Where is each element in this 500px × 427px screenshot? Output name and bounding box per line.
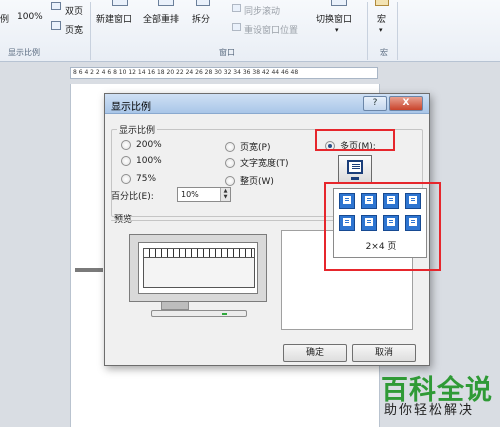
spinner-icon[interactable]: ▲ ▼ xyxy=(220,188,230,201)
group-zoom-label: 显示比例 xyxy=(8,48,40,57)
dialog-title: 显示比例 xyxy=(111,102,151,113)
monitor-stand xyxy=(161,302,189,310)
radio-text-width[interactable]: 文字宽度(T) xyxy=(225,156,289,169)
reset-window-icon xyxy=(232,23,241,31)
close-icon: X xyxy=(402,98,410,108)
radio-200-label: 200% xyxy=(136,140,162,150)
zoom-group-label: 显示比例 xyxy=(119,126,156,136)
radio-circle[interactable] xyxy=(225,141,235,152)
grid-cell[interactable] xyxy=(383,193,399,209)
switch-window-icon xyxy=(331,0,347,6)
radio-many-pages-label: 多页(M): xyxy=(340,142,376,152)
arrange-all-icon xyxy=(158,0,174,6)
chevron-down-icon[interactable]: ▾ xyxy=(379,26,383,34)
radio-many-pages[interactable]: 多页(M): xyxy=(325,139,376,152)
preview-page-strip xyxy=(143,248,255,258)
page-break-marker xyxy=(75,268,103,272)
ruler-numbers: 8 6 4 2 2 4 6 8 10 12 14 16 18 20 22 24 … xyxy=(73,69,299,76)
grid-cell[interactable] xyxy=(405,215,421,231)
page-grid-picker[interactable]: 2×4 页 xyxy=(333,188,427,258)
page-width-icon xyxy=(51,21,61,30)
split-button[interactable]: 拆分 xyxy=(192,12,210,25)
percent-label: 百分比(E): xyxy=(111,192,154,202)
radio-100[interactable]: 100% xyxy=(121,156,162,166)
close-button[interactable]: X xyxy=(389,96,423,111)
arrange-all-button[interactable]: 全部重排 xyxy=(143,12,179,25)
help-button[interactable]: ? xyxy=(363,96,387,111)
dialog-titlebar[interactable]: 显示比例 ? X xyxy=(105,94,429,114)
radio-circle-selected[interactable] xyxy=(325,140,335,151)
grid-cell[interactable] xyxy=(361,193,377,209)
grid-cell[interactable] xyxy=(405,193,421,209)
two-pages-button[interactable]: 双页 xyxy=(65,4,83,17)
two-pages-icon xyxy=(51,2,61,10)
zoom-dialog: 显示比例 ? X 显示比例 200% 100% 75% 页宽(P) 文字宽度(T… xyxy=(104,93,441,366)
radio-circle[interactable] xyxy=(121,174,131,184)
grid-size-label: 2×4 页 xyxy=(365,242,397,252)
radio-whole-page-label: 整页(W) xyxy=(240,177,274,187)
preview-page-area xyxy=(143,258,255,288)
percent-value: 10% xyxy=(181,190,199,199)
split-icon xyxy=(196,0,210,6)
grid-cell[interactable] xyxy=(383,215,399,231)
macro-icon xyxy=(375,0,389,6)
preview-label: 预览 xyxy=(114,215,133,225)
watermark-subtitle: 助你轻松解决 xyxy=(384,403,475,418)
radio-circle[interactable] xyxy=(225,175,235,186)
horizontal-ruler[interactable]: 8 6 4 2 2 4 6 8 10 12 14 16 18 20 22 24 … xyxy=(70,67,378,79)
percent-input[interactable]: 10% ▲ ▼ xyxy=(177,187,231,202)
preview-monitor xyxy=(129,234,267,302)
radio-page-width-label: 页宽(P) xyxy=(240,143,271,153)
group-macro-label: 宏 xyxy=(380,48,388,57)
sync-scroll-icon xyxy=(232,4,241,12)
sync-scroll-button[interactable]: 同步滚动 xyxy=(244,4,280,17)
group-window-label: 窗口 xyxy=(219,48,235,57)
ribbon: 例 100% 双页 页宽 显示比例 新建窗口 全部重排 拆分 同步滚动 重设窗口… xyxy=(0,0,500,62)
preview-screen xyxy=(138,242,258,294)
many-pages-button[interactable] xyxy=(338,155,372,183)
radio-200[interactable]: 200% xyxy=(121,140,162,150)
grid-cell[interactable] xyxy=(339,215,355,231)
switch-windows-button[interactable]: 切换窗口 xyxy=(316,12,352,25)
help-icon: ? xyxy=(372,98,378,108)
radio-75-label: 75% xyxy=(136,174,157,184)
new-window-icon xyxy=(112,0,128,6)
radio-text-width-label: 文字宽度(T) xyxy=(240,159,289,169)
zoom-100-button[interactable]: 100% xyxy=(17,12,43,22)
ribbon-separator xyxy=(397,2,398,60)
monitor-base xyxy=(151,310,247,317)
radio-circle[interactable] xyxy=(225,157,235,168)
multi-page-monitor-icon xyxy=(347,160,363,174)
reset-window-position-button[interactable]: 重设窗口位置 xyxy=(244,23,298,36)
macro-button[interactable]: 宏 xyxy=(377,12,386,25)
grid-cell[interactable] xyxy=(361,215,377,231)
new-window-button[interactable]: 新建窗口 xyxy=(96,12,132,25)
page-width-button[interactable]: 页宽 xyxy=(65,23,83,36)
chevron-down-icon[interactable]: ▾ xyxy=(335,26,339,34)
radio-page-width[interactable]: 页宽(P) xyxy=(225,140,270,153)
radio-whole-page[interactable]: 整页(W) xyxy=(225,174,274,187)
view-label: 例 xyxy=(0,15,10,25)
ribbon-separator xyxy=(367,2,368,60)
ribbon-separator xyxy=(90,2,91,60)
grid-cell[interactable] xyxy=(339,193,355,209)
ok-button[interactable]: 确定 xyxy=(283,344,347,362)
radio-circle[interactable] xyxy=(121,156,131,166)
radio-100-label: 100% xyxy=(136,156,162,166)
cancel-button[interactable]: 取消 xyxy=(352,344,416,362)
radio-75[interactable]: 75% xyxy=(121,174,156,184)
radio-circle[interactable] xyxy=(121,140,131,150)
